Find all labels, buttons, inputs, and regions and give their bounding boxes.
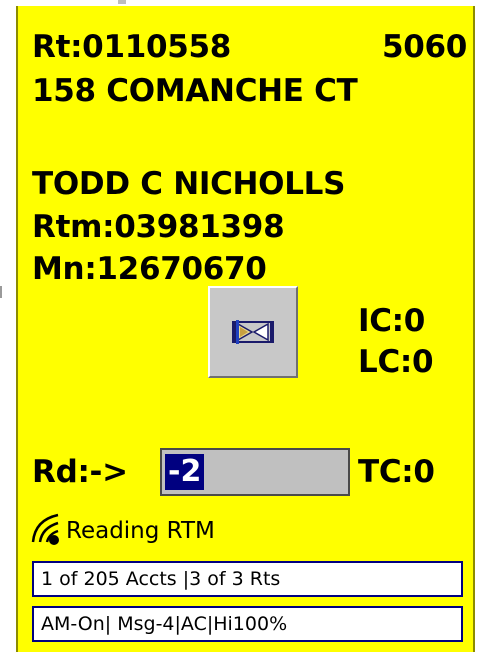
meter-number: Mn:12670670 (32, 251, 267, 287)
hourglass-icon (232, 320, 274, 344)
route-number: 5060 (382, 29, 468, 65)
accounts-status-bar: 1 of 205 Accts |3 of 3 Rts (32, 561, 463, 597)
meter-reading-screen: Rt:0110558 5060 158 COMANCHE CT TODD C N… (16, 6, 475, 652)
reading-value: -2 (165, 454, 205, 490)
route-label: Rt:0110558 (32, 29, 232, 65)
reading-label: Rd:-> (32, 454, 128, 490)
tc-counter: TC:0 (358, 454, 435, 490)
ic-counter: IC:0 (358, 303, 426, 339)
left-edge-mark (0, 286, 2, 298)
reading-input[interactable]: -2 (160, 448, 350, 496)
customer-name: TODD C NICHOLLS (32, 166, 346, 202)
signal-icon (31, 513, 59, 545)
rtm-number: Rtm:03981398 (32, 209, 285, 245)
lc-counter: LC:0 (358, 344, 434, 380)
top-notch (118, 0, 126, 4)
modes-status-bar: AM-On| Msg-4|AC|Hi100% (32, 606, 463, 642)
hourglass-button[interactable] (208, 286, 298, 378)
service-address: 158 COMANCHE CT (32, 73, 358, 109)
status-message: Reading RTM (66, 518, 215, 544)
